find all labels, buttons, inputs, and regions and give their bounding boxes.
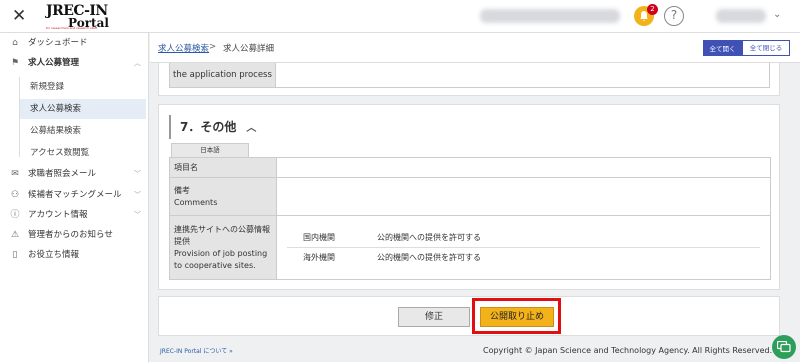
breadcrumb: 求人公募検索 > 求人公募詳細 全て開く 全て閉じる <box>150 33 800 63</box>
previous-section-value-cell <box>276 63 770 88</box>
action-bar: 修正 公開取り止め <box>158 296 780 336</box>
provision-row: 海外機関 公的機関への提供を許可する <box>287 247 760 268</box>
blurred-account-info <box>480 9 620 23</box>
provision-subtable: 国内機関 公的機関への提供を許可する 海外機関 公的機関への提供を許可する <box>287 228 760 268</box>
provision-row: 国内機関 公的機関への提供を許可する <box>287 228 760 248</box>
book-icon: ▯ <box>12 250 18 260</box>
section-title: 7．その他 <box>180 120 237 134</box>
notification-count-badge: 2 <box>647 4 658 15</box>
home-icon: ⌂ <box>12 38 18 48</box>
mail-icon: ✉ <box>11 169 19 179</box>
table-row: 連携先サイトへの公募情報提供 Provision of job posting … <box>169 215 771 280</box>
sidebar-subitem-job-search[interactable]: 求人公募検索 <box>20 99 146 119</box>
sidebar-item-matching-mail[interactable]: ⚇ 候補者マッチングメール ﹀ <box>0 185 149 205</box>
breadcrumb-link-job-search[interactable]: 求人公募検索 <box>158 42 209 54</box>
sidebar-item-label: 管理者からのお知らせ <box>28 230 113 240</box>
previous-section-label: the application process <box>173 70 272 80</box>
provision-value-overseas: 公的機関への提供を許可する <box>377 247 760 268</box>
table-row: 備考 Comments <box>169 177 771 216</box>
sidebar: ⌂ ダッシュボード ⚑ 求人公募管理 ︿ 新規登録 求人公募検索 公募結果検索 … <box>0 33 149 362</box>
highlight-box <box>472 298 561 334</box>
about-portal-link[interactable]: JREC-IN Portal について » <box>160 346 233 355</box>
logo-tagline: for researchers and research staff <box>46 26 97 30</box>
previous-section-card: the application process <box>158 63 780 96</box>
sidebar-item-job-management[interactable]: ⚑ 求人公募管理 ︿ <box>0 53 149 73</box>
section-header[interactable]: 7．その他 ︿ <box>169 115 256 139</box>
sidebar-item-admin-notices[interactable]: ⚠ 管理者からのお知らせ <box>0 225 149 245</box>
sidebar-subitem-new-registration[interactable]: 新規登録 <box>20 77 146 97</box>
breadcrumb-current: 求人公募詳細 <box>223 44 275 54</box>
flag-icon: ⚑ <box>10 58 20 68</box>
sidebar-item-dashboard[interactable]: ⌂ ダッシュボード <box>0 33 149 53</box>
blurred-user-name <box>716 9 766 23</box>
top-header: ✕ JREC-IN Portal for researchers and res… <box>0 0 800 33</box>
row-label-item-name: 項目名 <box>169 157 277 178</box>
chat-icon[interactable] <box>772 335 796 359</box>
row-value-provision: 国内機関 公的機関への提供を許可する 海外機関 公的機関への提供を許可する <box>276 215 771 280</box>
tab-japanese[interactable]: 日本語 <box>171 143 249 157</box>
chevron-up-icon[interactable]: ︿ <box>246 123 256 134</box>
collapse-all-button[interactable]: 全て閉じる <box>742 40 790 56</box>
sidebar-item-label: 求職者照会メール <box>28 169 97 179</box>
user-menu-chevron-icon[interactable]: ⌄ <box>773 9 781 20</box>
chevron-up-icon: ︿ <box>134 59 141 67</box>
copyright-text: Copyright © Japan Science and Technology… <box>483 346 773 355</box>
chevron-down-icon: ﹀ <box>134 211 141 219</box>
sidebar-subitem-result-search[interactable]: 公募結果検索 <box>20 121 146 141</box>
chevron-down-icon: ﹀ <box>134 191 141 199</box>
expand-all-button[interactable]: 全て開く <box>703 40 742 56</box>
row-value-comments <box>276 177 771 216</box>
sidebar-subitem-access-count[interactable]: アクセス数閲覧 <box>20 143 146 163</box>
row-label-provision: 連携先サイトへの公募情報提供 Provision of job posting … <box>169 215 277 280</box>
sidebar-item-label: 求人公募管理 <box>28 58 80 68</box>
section-info-table: 項目名 備考 Comments 連携先サイトへの公募情報提供 Provision… <box>169 157 771 280</box>
jrec-in-logo[interactable]: JREC-IN Portal for researchers and resea… <box>46 3 118 30</box>
chevron-down-icon: ﹀ <box>134 170 141 178</box>
sidebar-item-label: ダッシュボード <box>28 38 88 48</box>
row-label-comments: 備考 Comments <box>169 177 277 216</box>
sidebar-item-label: 候補者マッチングメール <box>28 190 122 200</box>
warning-icon: ⚠ <box>10 230 20 240</box>
section-other-card: 7．その他 ︿ 日本語 項目名 備考 Comments 連携先サイトへの公募情報提… <box>158 104 780 290</box>
row-value-item-name <box>276 157 771 178</box>
sidebar-item-inquiry-mail[interactable]: ✉ 求職者照会メール ﹀ <box>0 164 149 184</box>
people-icon: ⚇ <box>10 190 20 200</box>
sidebar-item-label: アカウント情報 <box>28 210 88 220</box>
sidebar-item-label: お役立ち情報 <box>28 250 80 260</box>
sidebar-item-useful-info[interactable]: ▯ お役立ち情報 <box>0 245 149 265</box>
breadcrumb-separator: > <box>209 42 217 52</box>
edit-button[interactable]: 修正 <box>398 307 470 327</box>
help-icon[interactable]: ? <box>664 6 684 26</box>
provision-value-domestic: 公的機関への提供を許可する <box>377 232 481 242</box>
table-row: 項目名 <box>169 157 771 178</box>
info-icon: ⓘ <box>10 210 20 220</box>
sidebar-item-account-info[interactable]: ⓘ アカウント情報 ﹀ <box>0 205 149 225</box>
close-icon[interactable]: ✕ <box>12 6 26 26</box>
provision-key-domestic: 国内機関 <box>303 232 335 242</box>
provision-key-overseas: 海外機関 <box>287 247 377 268</box>
